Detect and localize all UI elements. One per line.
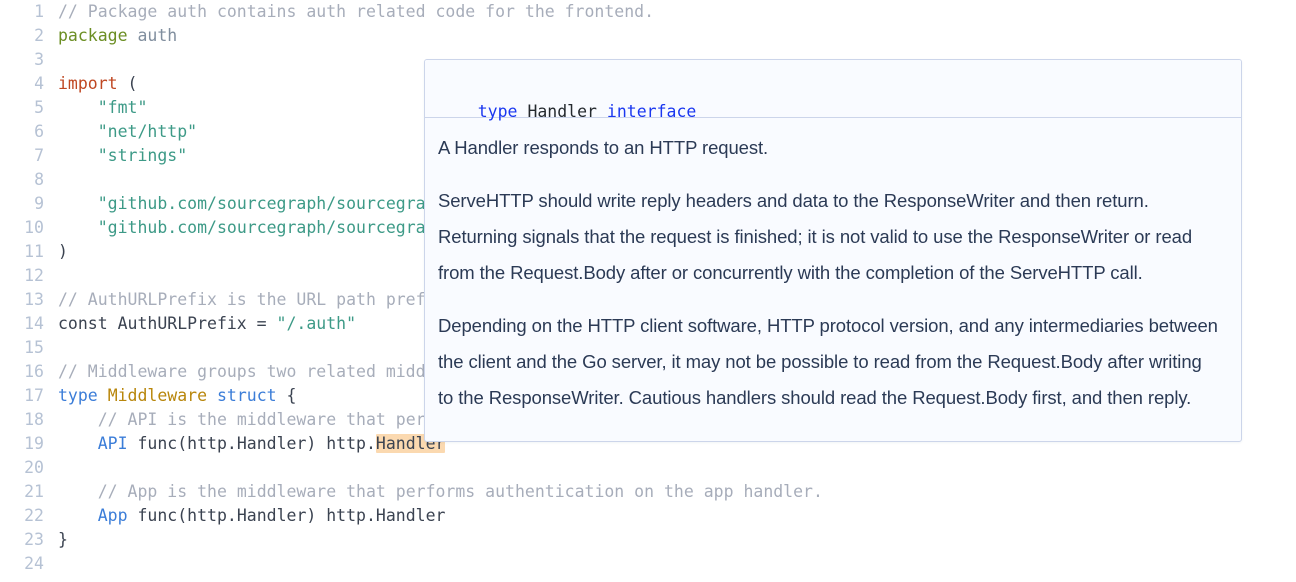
code-token: { [276, 386, 297, 405]
line-number[interactable]: 24 [0, 552, 58, 576]
code-line[interactable]: 21 // App is the middleware that perform… [0, 480, 1296, 504]
code-line-content[interactable] [58, 456, 1296, 480]
code-line[interactable]: 1// Package auth contains auth related c… [0, 0, 1296, 24]
line-number[interactable]: 16 [0, 360, 58, 384]
line-number[interactable]: 7 [0, 144, 58, 168]
signature-space-1 [518, 102, 528, 121]
signature-keyword-type: type [477, 102, 518, 121]
line-number[interactable]: 5 [0, 96, 58, 120]
documentation-paragraph: A Handler responds to an HTTP request. [438, 137, 769, 158]
code-token: ) [58, 242, 68, 261]
line-number[interactable]: 13 [0, 288, 58, 312]
hover-tooltip-signature: type Handler interface [425, 60, 1241, 121]
code-token: ( [117, 74, 138, 93]
hover-tooltip-documentation: A Handler responds to an HTTP request. Se… [425, 118, 1241, 441]
line-number[interactable]: 11 [0, 240, 58, 264]
line-number[interactable]: 23 [0, 528, 58, 552]
code-token: auth [137, 26, 178, 45]
line-number[interactable]: 21 [0, 480, 58, 504]
signature-keyword-interface: interface [606, 102, 697, 121]
code-token: package [58, 26, 128, 45]
code-line-content[interactable]: package auth [58, 24, 1296, 48]
line-number[interactable]: 19 [0, 432, 58, 456]
line-number[interactable]: 3 [0, 48, 58, 72]
line-number[interactable]: 14 [0, 312, 58, 336]
code-line-content[interactable]: // App is the middleware that performs a… [58, 480, 1296, 504]
code-token: const AuthURLPrefix = [58, 314, 277, 333]
code-token: "net/http" [97, 122, 198, 141]
signature-space-2 [597, 102, 607, 121]
code-token: type [58, 386, 98, 405]
code-line-content[interactable] [58, 552, 1296, 576]
code-token: // App is the middleware that performs a… [97, 482, 823, 501]
line-number[interactable]: 9 [0, 192, 58, 216]
code-line-content[interactable]: App func(http.Handler) http.Handler [58, 504, 1296, 528]
code-line[interactable]: 2 package auth [0, 24, 1296, 48]
documentation-paragraph: Depending on the HTTP client software, H… [438, 315, 1218, 408]
code-token: Middleware [107, 386, 208, 405]
code-token: func(http.Handler) http. [127, 434, 376, 453]
line-number[interactable]: 8 [0, 168, 58, 192]
line-number[interactable]: 2 [0, 24, 58, 48]
line-number[interactable]: 18 [0, 408, 58, 432]
line-number[interactable]: 15 [0, 336, 58, 360]
line-number[interactable]: 17 [0, 384, 58, 408]
documentation-paragraph: ServeHTTP should write reply headers and… [438, 190, 1193, 283]
code-token: struct [216, 386, 277, 405]
code-token: "fmt" [97, 98, 148, 117]
signature-symbol-name: Handler [527, 102, 597, 121]
line-number[interactable]: 22 [0, 504, 58, 528]
code-line-content[interactable]: // Package auth contains auth related co… [58, 0, 1296, 24]
line-number[interactable]: 1 [0, 0, 58, 24]
line-number[interactable]: 12 [0, 264, 58, 288]
code-token: "strings" [97, 146, 188, 165]
code-token: import [58, 74, 118, 93]
code-token: func(http.Handler) http.Handler [127, 506, 446, 525]
line-number[interactable]: 10 [0, 216, 58, 240]
code-line[interactable]: 24 [0, 552, 1296, 576]
code-line[interactable]: 23} [0, 528, 1296, 552]
line-number[interactable]: 4 [0, 72, 58, 96]
line-number[interactable]: 6 [0, 120, 58, 144]
code-token: "/.auth" [276, 314, 357, 333]
code-token: App [97, 506, 128, 525]
code-token: } [58, 530, 68, 549]
code-line[interactable]: 22 App func(http.Handler) http.Handler [0, 504, 1296, 528]
code-token: API [97, 434, 128, 453]
hover-tooltip-overlay[interactable]: type Handler interface A Handler respond… [424, 59, 1242, 442]
code-line[interactable]: 20 [0, 456, 1296, 480]
line-number[interactable]: 20 [0, 456, 58, 480]
code-token: // Package auth contains auth related co… [58, 2, 655, 21]
code-line-content[interactable]: } [58, 528, 1296, 552]
